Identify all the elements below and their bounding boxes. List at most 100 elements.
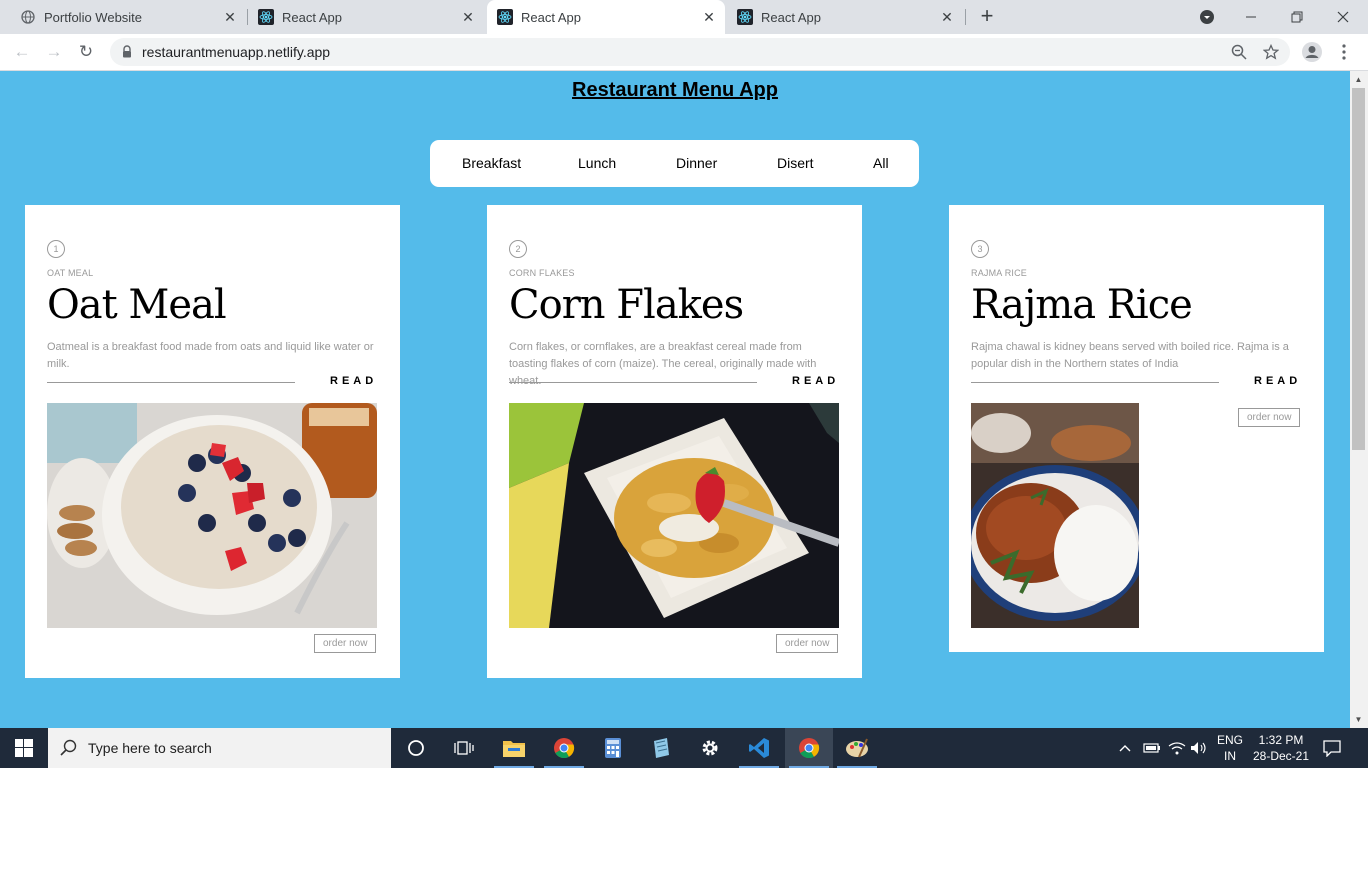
react-icon xyxy=(497,9,513,25)
divider-line xyxy=(509,382,757,383)
item-number-badge: 3 xyxy=(971,240,989,258)
clock[interactable]: 1:32 PM 28-Dec-21 xyxy=(1252,728,1310,768)
page-viewport: Restaurant Menu App Breakfast Lunch Dinn… xyxy=(0,71,1350,728)
item-name: Rajma Rice xyxy=(971,282,1193,328)
region-code: IN xyxy=(1224,749,1236,763)
read-link[interactable]: READ xyxy=(1254,375,1301,387)
cortana-icon[interactable] xyxy=(392,728,440,768)
tab-react-app-1[interactable]: React App ✕ xyxy=(248,0,484,34)
close-tab-icon[interactable]: ✕ xyxy=(460,9,476,25)
order-now-button[interactable]: order now xyxy=(314,634,377,653)
running-indicator xyxy=(739,766,779,768)
language-code: ENG xyxy=(1216,733,1243,747)
item-category: OAT MEAL xyxy=(47,268,94,278)
minimize-icon[interactable] xyxy=(1228,0,1274,34)
language-indicator[interactable]: ENG IN xyxy=(1214,728,1246,768)
tab-title: React App xyxy=(521,9,581,25)
vscode-icon[interactable] xyxy=(735,728,783,768)
close-tab-icon[interactable]: ✕ xyxy=(222,9,238,25)
close-window-icon[interactable] xyxy=(1320,0,1366,34)
address-bar[interactable]: restaurantmenuapp.netlify.app xyxy=(110,38,1290,66)
read-link[interactable]: READ xyxy=(792,375,839,387)
filter-dinner-button[interactable]: Dinner xyxy=(676,155,717,171)
globe-icon xyxy=(20,9,36,25)
filter-lunch-button[interactable]: Lunch xyxy=(578,155,616,171)
windows-taskbar: Type here to search ENG IN 1:32 PM 28-De… xyxy=(0,728,1368,768)
tab-react-app-3[interactable]: React App ✕ xyxy=(727,0,963,34)
clock-date: 28-Dec-21 xyxy=(1252,749,1310,763)
browser-chrome: Portfolio Website ✕ React App ✕ React Ap… xyxy=(0,0,1368,71)
tab-search-icon[interactable] xyxy=(1184,0,1230,34)
rajma-rice-image xyxy=(971,403,1139,628)
search-placeholder: Type here to search xyxy=(88,740,212,756)
lock-icon[interactable] xyxy=(122,45,132,63)
order-now-button[interactable]: order now xyxy=(1238,408,1301,427)
read-link[interactable]: READ xyxy=(330,375,377,387)
tab-separator xyxy=(965,9,966,25)
clock-time: 1:32 PM xyxy=(1258,733,1304,747)
page-title: Restaurant Menu App xyxy=(572,79,778,101)
scroll-up-arrow-icon[interactable]: ▲ xyxy=(1352,73,1365,86)
item-name: Oat Meal xyxy=(47,282,227,328)
notification-center-icon[interactable] xyxy=(1322,728,1342,768)
volume-icon[interactable] xyxy=(1190,728,1208,768)
corn-flakes-image xyxy=(509,403,839,628)
chrome-active-icon[interactable] xyxy=(785,728,833,768)
filter-disert-button[interactable]: Disert xyxy=(777,155,814,171)
item-category: RAJMA RICE xyxy=(971,268,1028,278)
menu-card-corn-flakes: 2 CORN FLAKES Corn Flakes Corn flakes, o… xyxy=(487,205,862,678)
scrollbar-thumb[interactable] xyxy=(1352,88,1365,450)
order-now-button[interactable]: order now xyxy=(776,634,839,653)
running-indicator xyxy=(789,766,829,768)
category-filter-bar: Breakfast Lunch Dinner Disert All xyxy=(430,140,919,187)
file-explorer-icon[interactable] xyxy=(490,728,538,768)
tab-title: Portfolio Website xyxy=(44,9,143,25)
restore-icon[interactable] xyxy=(1274,0,1320,34)
menu-card-oat-meal: 1 OAT MEAL Oat Meal Oatmeal is a breakfa… xyxy=(25,205,400,678)
calculator-icon[interactable] xyxy=(589,728,637,768)
item-number-badge: 1 xyxy=(47,240,65,258)
item-category: CORN FLAKES xyxy=(509,268,575,278)
item-description: Oatmeal is a breakfast food made from oa… xyxy=(47,341,374,370)
zoom-icon[interactable] xyxy=(1230,43,1248,61)
show-hidden-icons-chevron-icon[interactable] xyxy=(1118,728,1132,768)
task-view-icon[interactable] xyxy=(440,728,488,768)
close-tab-icon[interactable]: ✕ xyxy=(939,9,955,25)
profile-avatar-icon[interactable] xyxy=(1300,40,1324,64)
browser-toolbar: ← → ↻ restaurantmenuapp.netlify.app xyxy=(0,34,1368,71)
chrome-icon[interactable] xyxy=(540,728,588,768)
paint-icon[interactable] xyxy=(833,728,881,768)
reload-icon[interactable]: ↻ xyxy=(74,40,98,64)
tab-react-app-active[interactable]: React App ✕ xyxy=(487,0,725,34)
close-tab-icon[interactable]: ✕ xyxy=(701,9,717,25)
item-number-badge: 2 xyxy=(509,240,527,258)
scroll-down-arrow-icon[interactable]: ▼ xyxy=(1352,713,1365,726)
search-icon xyxy=(60,739,78,762)
settings-gear-icon[interactable] xyxy=(686,728,734,768)
react-icon xyxy=(258,9,274,25)
new-tab-button[interactable]: + xyxy=(976,5,998,27)
windows-start-icon[interactable] xyxy=(0,728,48,768)
tab-title: React App xyxy=(282,9,342,25)
oat-meal-image xyxy=(47,403,377,628)
item-description: Rajma chawal is kidney beans served with… xyxy=(971,341,1289,370)
wifi-icon[interactable] xyxy=(1168,728,1186,768)
forward-icon[interactable]: → xyxy=(42,40,66,64)
react-icon xyxy=(737,9,753,25)
running-indicator xyxy=(544,766,584,768)
divider-line xyxy=(47,382,295,383)
tab-strip: Portfolio Website ✕ React App ✕ React Ap… xyxy=(0,0,1368,34)
running-indicator xyxy=(837,766,877,768)
battery-icon[interactable] xyxy=(1143,728,1161,768)
filter-breakfast-button[interactable]: Breakfast xyxy=(462,155,521,171)
url-text: restaurantmenuapp.netlify.app xyxy=(142,44,331,60)
menu-kebab-icon[interactable] xyxy=(1332,40,1356,64)
tab-portfolio[interactable]: Portfolio Website ✕ xyxy=(0,0,246,34)
notepad-icon[interactable] xyxy=(637,728,685,768)
menu-card-rajma-rice: 3 RAJMA RICE Rajma Rice Rajma chawal is … xyxy=(949,205,1324,652)
bookmark-star-icon[interactable] xyxy=(1262,43,1280,61)
taskbar-search-box[interactable]: Type here to search xyxy=(48,728,391,768)
filter-all-button[interactable]: All xyxy=(873,155,889,171)
running-indicator xyxy=(494,766,534,768)
back-icon[interactable]: ← xyxy=(10,40,34,64)
